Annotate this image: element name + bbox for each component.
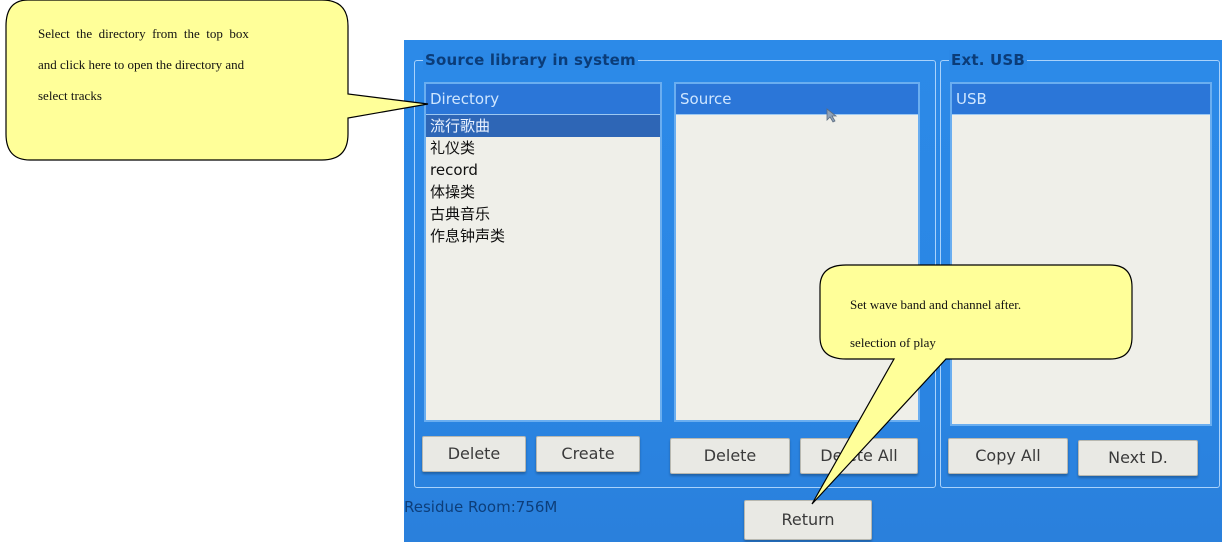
directory-list-item[interactable]: record xyxy=(426,159,660,181)
directory-callout-line1: Select the directory from the top box xyxy=(38,26,249,41)
source-list[interactable]: Source xyxy=(674,82,920,422)
return-callout-line2: selection of play xyxy=(850,335,936,350)
usb-title: Ext. USB xyxy=(949,50,1028,70)
directory-list[interactable]: Directory 流行歌曲 礼仪类 record 体操类 古典音乐 作息钟声类 xyxy=(424,82,662,422)
source-delete-button[interactable]: Delete xyxy=(670,438,790,474)
mouse-cursor-icon xyxy=(826,108,838,123)
return-callout-text: Set wave band and channel after. selecti… xyxy=(850,286,1120,362)
directory-callout-line2: and click here to open the directory and xyxy=(38,57,245,72)
source-header: Source xyxy=(676,84,918,115)
directory-list-item[interactable]: 古典音乐 xyxy=(426,203,660,225)
source-delete-all-button[interactable]: Delete All xyxy=(800,438,918,474)
directory-delete-button[interactable]: Delete xyxy=(422,436,526,472)
source-library-title: Source library in system xyxy=(423,50,638,70)
directory-callout-line3: select tracks xyxy=(38,88,102,103)
usb-list[interactable]: USB xyxy=(950,82,1212,426)
directory-callout-text: Select the directory from the top box an… xyxy=(38,18,328,111)
directory-header: Directory xyxy=(426,84,660,115)
next-directory-button[interactable]: Next D. xyxy=(1078,440,1198,476)
directory-list-item[interactable]: 体操类 xyxy=(426,181,660,203)
directory-list-item[interactable]: 礼仪类 xyxy=(426,137,660,159)
directory-list-item[interactable]: 作息钟声类 xyxy=(426,225,660,247)
directory-items: 流行歌曲 礼仪类 record 体操类 古典音乐 作息钟声类 xyxy=(426,115,660,247)
usb-header: USB xyxy=(952,84,1210,115)
return-callout-line1: Set wave band and channel after. xyxy=(850,297,1022,312)
return-button[interactable]: Return xyxy=(744,500,872,540)
directory-create-button[interactable]: Create xyxy=(536,436,640,472)
copy-all-button[interactable]: Copy All xyxy=(948,438,1068,474)
residue-room-status: Residue Room:756M xyxy=(404,498,558,516)
directory-list-item[interactable]: 流行歌曲 xyxy=(426,115,660,137)
